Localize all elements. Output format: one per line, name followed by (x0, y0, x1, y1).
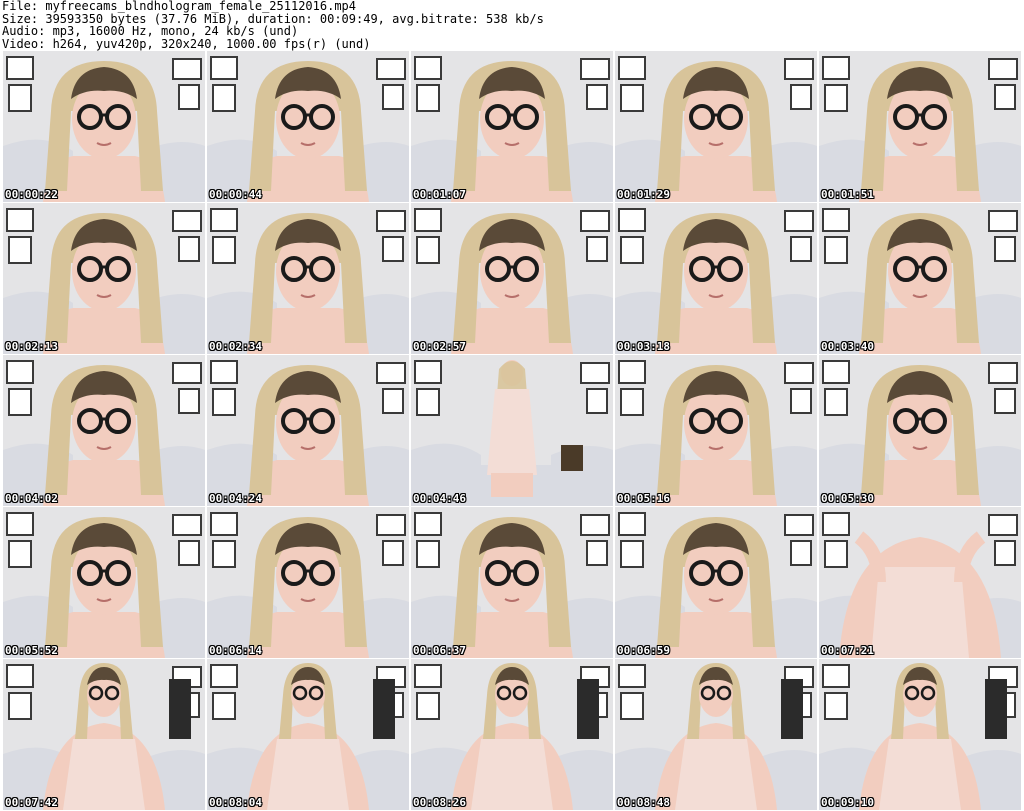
thumbnail-frame-image (411, 507, 613, 658)
video-thumbnail: 00:04:46 (411, 355, 613, 506)
thumbnail-timestamp: 00:03:40 (821, 340, 874, 353)
audio-info-line: Audio: mp3, 16000 Hz, mono, 24 kb/s (und… (2, 24, 299, 38)
thumbnail-frame-image (207, 51, 409, 202)
thumbnail-frame-image (207, 355, 409, 506)
thumbnail-frame-image (411, 355, 613, 506)
thumbnail-frame-image (3, 51, 205, 202)
thumbnail-timestamp: 00:08:26 (413, 796, 466, 809)
thumbnail-timestamp: 00:05:52 (5, 644, 58, 657)
video-thumbnail: 00:05:16 (615, 355, 817, 506)
thumbnail-frame-image (207, 507, 409, 658)
video-thumbnail: 00:02:34 (207, 203, 409, 354)
thumbnail-timestamp: 00:00:22 (5, 188, 58, 201)
thumbnail-frame-image (615, 507, 817, 658)
thumbnail-timestamp: 00:02:13 (5, 340, 58, 353)
thumbnail-frame-image (615, 355, 817, 506)
thumbnail-timestamp: 00:08:48 (617, 796, 670, 809)
thumbnail-frame-image (3, 355, 205, 506)
thumbnail-frame-image (819, 355, 1021, 506)
thumbnail-timestamp: 00:02:34 (209, 340, 262, 353)
thumbnail-timestamp: 00:04:24 (209, 492, 262, 505)
video-thumbnail: 00:01:51 (819, 51, 1021, 202)
video-thumbnail: 00:08:26 (411, 659, 613, 810)
thumbnail-frame-image (819, 659, 1021, 810)
thumbnail-frame-image (3, 507, 205, 658)
thumbnail-timestamp: 00:05:30 (821, 492, 874, 505)
video-thumbnail: 00:08:48 (615, 659, 817, 810)
thumbnail-timestamp: 00:03:18 (617, 340, 670, 353)
video-thumbnail: 00:00:44 (207, 51, 409, 202)
video-thumbnail: 00:09:10 (819, 659, 1021, 810)
thumbnail-frame-image (819, 203, 1021, 354)
thumbnail-timestamp: 00:01:51 (821, 188, 874, 201)
thumbnail-frame-image (615, 203, 817, 354)
video-thumbnail: 00:06:14 (207, 507, 409, 658)
thumbnail-timestamp: 00:02:57 (413, 340, 466, 353)
video-thumbnail: 00:04:02 (3, 355, 205, 506)
thumbnail-frame-image (3, 203, 205, 354)
thumbnail-frame-image (207, 203, 409, 354)
video-thumbnail: 00:07:42 (3, 659, 205, 810)
video-thumbnail: 00:05:52 (3, 507, 205, 658)
thumbnail-timestamp: 00:08:04 (209, 796, 262, 809)
thumbnail-frame-image (819, 507, 1021, 658)
video-thumbnail: 00:02:57 (411, 203, 613, 354)
thumbnail-frame-image (411, 659, 613, 810)
video-thumbnail: 00:04:24 (207, 355, 409, 506)
thumbnail-frame-image (819, 51, 1021, 202)
thumbnail-timestamp: 00:04:02 (5, 492, 58, 505)
thumbnail-timestamp: 00:07:42 (5, 796, 58, 809)
thumbnail-frame-image (3, 659, 205, 810)
thumbnail-timestamp: 00:01:07 (413, 188, 466, 201)
video-thumbnail: 00:05:30 (819, 355, 1021, 506)
file-name-line: File: myfreecams_blndhologram_female_251… (2, 0, 357, 13)
thumbnail-frame-image (411, 51, 613, 202)
video-thumbnail: 00:03:18 (615, 203, 817, 354)
file-info-header: File: myfreecams_blndhologram_female_251… (2, 0, 1022, 50)
thumbnail-timestamp: 00:06:59 (617, 644, 670, 657)
thumbnail-frame-image (207, 659, 409, 810)
video-thumbnail: 00:00:22 (3, 51, 205, 202)
video-thumbnail: 00:02:13 (3, 203, 205, 354)
thumbnail-timestamp: 00:04:46 (413, 492, 466, 505)
video-thumbnail: 00:06:37 (411, 507, 613, 658)
video-thumbnail: 00:08:04 (207, 659, 409, 810)
thumbnail-frame-image (615, 51, 817, 202)
video-thumbnail: 00:01:29 (615, 51, 817, 202)
thumbnail-timestamp: 00:01:29 (617, 188, 670, 201)
thumbnail-timestamp: 00:05:16 (617, 492, 670, 505)
video-thumbnail: 00:06:59 (615, 507, 817, 658)
thumbnail-timestamp: 00:00:44 (209, 188, 262, 201)
thumbnail-timestamp: 00:07:21 (821, 644, 874, 657)
video-info-line: Video: h264, yuv420p, 320x240, 1000.00 f… (2, 36, 371, 51)
thumbnail-grid: 00:00:22 00:00:44 00:01:07 00:01:29 00:01:51… (3, 51, 1023, 811)
thumbnail-timestamp: 00:09:10 (821, 796, 874, 809)
video-thumbnail: 00:03:40 (819, 203, 1021, 354)
video-thumbnail: 00:07:21 (819, 507, 1021, 658)
thumbnail-timestamp: 00:06:14 (209, 644, 262, 657)
thumbnail-frame-image (411, 203, 613, 354)
thumbnail-frame-image (615, 659, 817, 810)
video-thumbnail: 00:01:07 (411, 51, 613, 202)
thumbnail-timestamp: 00:06:37 (413, 644, 466, 657)
